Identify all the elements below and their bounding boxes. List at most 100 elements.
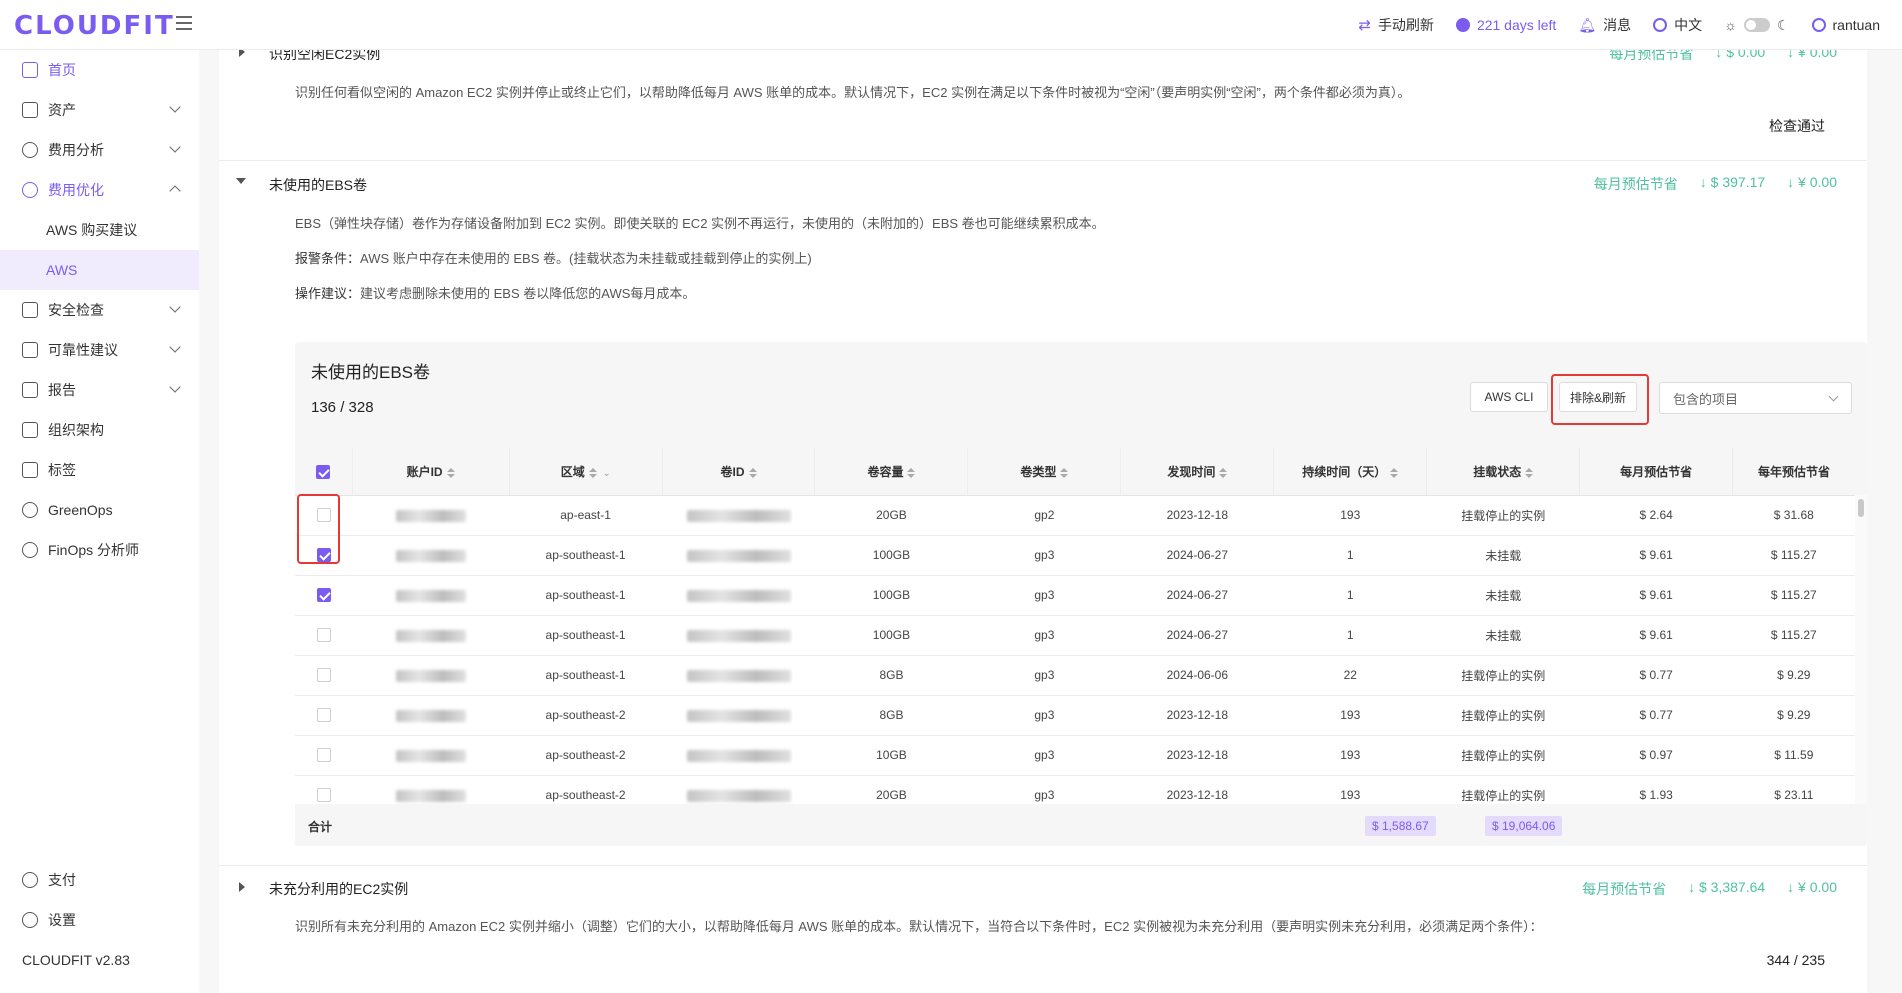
redacted-value: [395, 589, 466, 602]
sort-icon[interactable]: [1525, 467, 1534, 478]
sort-icon[interactable]: [1060, 467, 1069, 478]
logo[interactable]: CLOUDFIT: [14, 11, 175, 41]
cell-state: 挂载停止的实例: [1426, 655, 1580, 696]
redacted-value: [686, 589, 791, 602]
sort-icon[interactable]: [748, 467, 757, 478]
cell-region: ap-southeast-1: [509, 575, 663, 616]
sidebar-item-org[interactable]: 组织架构: [0, 410, 199, 450]
refresh-button[interactable]: ⇄ 手动刷新: [1358, 15, 1434, 35]
sort-icon[interactable]: [1219, 467, 1228, 478]
table-row[interactable]: ap-east-1 20GB gp2 2023-12-18 193 挂载停止的实例 $ 2.…: [295, 495, 1855, 536]
col-region[interactable]: 区域 ⌄: [508, 448, 663, 496]
table-row[interactable]: ap-southeast-1 100GB gp3 2024-06-27 1 未挂载 $ 9.…: [295, 615, 1855, 656]
language-button[interactable]: 中文: [1653, 15, 1702, 35]
aws-cli-button[interactable]: AWS CLI: [1470, 382, 1548, 412]
messages-button[interactable]: 🔔︎ 消息: [1578, 15, 1631, 35]
select-all-checkbox[interactable]: [316, 464, 331, 479]
cell-monthly: $ 9.61: [1579, 575, 1733, 616]
row-select-cell[interactable]: [295, 575, 353, 616]
redacted-value: [395, 789, 466, 802]
row-select-cell[interactable]: [295, 655, 353, 696]
sidebar-item-pay[interactable]: 支付: [0, 860, 199, 900]
sort-icon[interactable]: [588, 467, 597, 478]
sidebar-item-aws[interactable]: AWS: [0, 250, 199, 290]
row-select-cell[interactable]: [295, 615, 353, 656]
gear-icon: [22, 912, 38, 928]
sidebar-item-cost-optimization[interactable]: 费用优化: [0, 170, 199, 210]
sidebar-item-home[interactable]: 首页: [0, 50, 199, 90]
col-found-time[interactable]: 发现时间: [1120, 448, 1274, 496]
highlight-box: [297, 494, 340, 564]
select-all-cell[interactable]: [295, 448, 353, 496]
expand-caret-icon[interactable]: [239, 50, 245, 57]
cell-account-id: [352, 735, 510, 776]
col-volume-id[interactable]: 卷ID: [661, 448, 815, 496]
col-type[interactable]: 卷类型: [967, 448, 1121, 496]
sidebar-item-assets[interactable]: 资产: [0, 90, 199, 130]
row-checkbox[interactable]: [316, 588, 331, 603]
user-menu[interactable]: rantuan: [1811, 17, 1880, 33]
redacted-value: [395, 629, 466, 642]
sidebar-item-reports[interactable]: 报告: [0, 370, 199, 410]
table-row[interactable]: ap-southeast-1 100GB gp3 2024-06-27 1 未挂载 $ 9.…: [295, 575, 1855, 616]
row-checkbox[interactable]: [316, 668, 331, 683]
col-account-id[interactable]: 账户ID: [351, 448, 510, 496]
row-select-cell[interactable]: [295, 735, 353, 776]
sort-icon[interactable]: [446, 467, 455, 478]
sidebar-item-cost-analysis[interactable]: 费用分析: [0, 130, 199, 170]
sidebar: 首页 资产 费用分析 费用优化 AWS 购买建议 AWS 安全检查 可靠性建议 …: [0, 50, 199, 993]
row-select-cell[interactable]: [295, 695, 353, 736]
row-checkbox[interactable]: [316, 788, 331, 803]
scope-select[interactable]: 包含的项目: [1659, 382, 1852, 414]
expand-caret-icon[interactable]: [239, 882, 245, 892]
table-header: 账户ID 区域 ⌄ 卷ID 卷容量 卷类型 发现时间 持续时间（天） 挂载状态 每…: [295, 448, 1855, 496]
divider: [219, 160, 1867, 161]
sort-icon[interactable]: [1390, 467, 1399, 478]
collapse-caret-icon[interactable]: [236, 178, 246, 184]
redacted-value: [395, 749, 466, 762]
section-title-idle-ec2[interactable]: 识别空闲EC2实例: [269, 50, 380, 64]
theme-switch[interactable]: ☼ ☾: [1724, 17, 1789, 34]
sidebar-item-aws-purchase[interactable]: AWS 购买建议: [0, 210, 199, 250]
table-row[interactable]: ap-southeast-1 100GB gp3 2024-06-27 1 未挂载 $ 9.…: [295, 535, 1855, 576]
sidebar-item-settings[interactable]: 设置: [0, 900, 199, 940]
sidebar-item-reliability[interactable]: 可靠性建议: [0, 330, 199, 370]
redacted-value: [395, 549, 466, 562]
sidebar-item-security[interactable]: 安全检查: [0, 290, 199, 330]
section-title-underused-ec2[interactable]: 未充分利用的EC2实例: [269, 879, 408, 899]
scrollbar-thumb[interactable]: [1858, 499, 1864, 517]
cell-days: 1: [1273, 535, 1427, 576]
redacted-value: [686, 709, 791, 722]
license-days: 221 days left: [1455, 17, 1556, 33]
sidebar-item-greenops[interactable]: GreenOps: [0, 490, 199, 530]
section-title-ebs[interactable]: 未使用的EBS卷: [269, 175, 367, 195]
col-size[interactable]: 卷容量: [814, 448, 968, 496]
col-attach-state[interactable]: 挂载状态: [1426, 448, 1580, 496]
table-row[interactable]: ap-southeast-2 10GB gp3 2023-12-18 193 挂载停止的实…: [295, 735, 1855, 776]
sort-icon[interactable]: [907, 467, 916, 478]
chevron-down-icon: [169, 381, 181, 393]
row-checkbox[interactable]: [316, 708, 331, 723]
cell-found: 2023-12-18: [1120, 695, 1274, 736]
row-checkbox[interactable]: [316, 748, 331, 763]
cell-yearly: $ 115.27: [1732, 575, 1855, 616]
cell-state: 挂载停止的实例: [1426, 695, 1580, 736]
menu-toggle-icon[interactable]: [176, 16, 192, 30]
table-scrollbar[interactable]: [1855, 495, 1867, 804]
ebs-alert-condition: 报警条件：AWS 账户中存在未使用的 EBS 卷。(挂载状态为未挂载或挂载到停止…: [295, 251, 812, 266]
table-row[interactable]: ap-southeast-1 8GB gp3 2024-06-06 22 挂载停止的实例 $…: [295, 655, 1855, 696]
sidebar-item-tags[interactable]: 标签: [0, 450, 199, 490]
chevron-down-icon: [1828, 391, 1839, 402]
col-duration[interactable]: 持续时间（天）: [1273, 448, 1427, 496]
cell-volume-id: [662, 535, 815, 576]
theme-toggle[interactable]: [1743, 18, 1770, 32]
chevron-up-icon: [169, 185, 181, 197]
sidebar-item-finops[interactable]: FinOps 分析师: [0, 530, 199, 570]
table-row[interactable]: ap-southeast-2 8GB gp3 2023-12-18 193 挂载停止的实例…: [295, 695, 1855, 736]
tag-icon: [22, 462, 38, 478]
row-checkbox[interactable]: [316, 628, 331, 643]
redacted-value: [395, 509, 466, 522]
filter-chevron-icon[interactable]: ⌄: [603, 468, 611, 478]
card-title: 未使用的EBS卷: [311, 363, 431, 382]
cell-account-id: [352, 495, 510, 536]
